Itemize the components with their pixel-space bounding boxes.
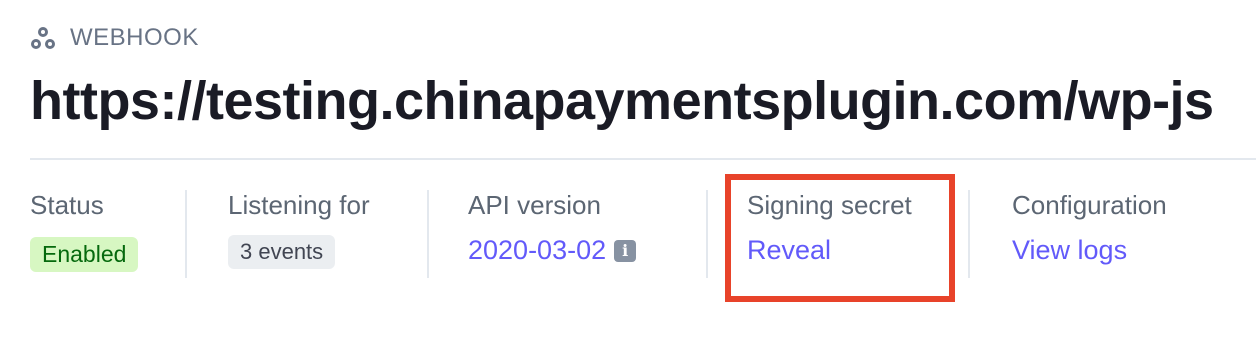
divider [30, 158, 1256, 160]
column-divider [427, 190, 429, 278]
column-divider [968, 190, 970, 278]
api-version-link[interactable]: 2020-03-02 [468, 235, 606, 266]
listening-label: Listening for [228, 190, 370, 220]
api-version-column: API version 2020-03-02 i [468, 190, 637, 266]
column-divider [185, 190, 187, 278]
api-version-row: 2020-03-02 i [468, 235, 637, 266]
webhook-detail-page: WEBHOOK https://testing.chinapaymentsplu… [0, 0, 1256, 340]
configuration-column: Configuration View logs [1012, 190, 1167, 266]
webhook-details-row: Status Enabled Listening for 3 events AP… [0, 190, 1256, 290]
status-badge: Enabled [30, 237, 139, 272]
api-version-label: API version [468, 190, 601, 220]
page-kicker: WEBHOOK [30, 24, 199, 52]
events-count-badge[interactable]: 3 events [228, 235, 336, 269]
listening-column: Listening for 3 events [228, 190, 370, 269]
kicker-label: WEBHOOK [70, 24, 199, 51]
highlight-annotation-box [725, 174, 955, 302]
webhook-icon [30, 25, 56, 51]
configuration-label: Configuration [1012, 190, 1167, 220]
status-column: Status Enabled [30, 190, 139, 272]
info-icon[interactable]: i [614, 239, 637, 262]
column-divider [706, 190, 708, 278]
view-logs-link[interactable]: View logs [1012, 235, 1127, 266]
status-label: Status [30, 190, 104, 220]
page-title: https://testing.chinapaymentsplugin.com/… [30, 71, 1214, 131]
